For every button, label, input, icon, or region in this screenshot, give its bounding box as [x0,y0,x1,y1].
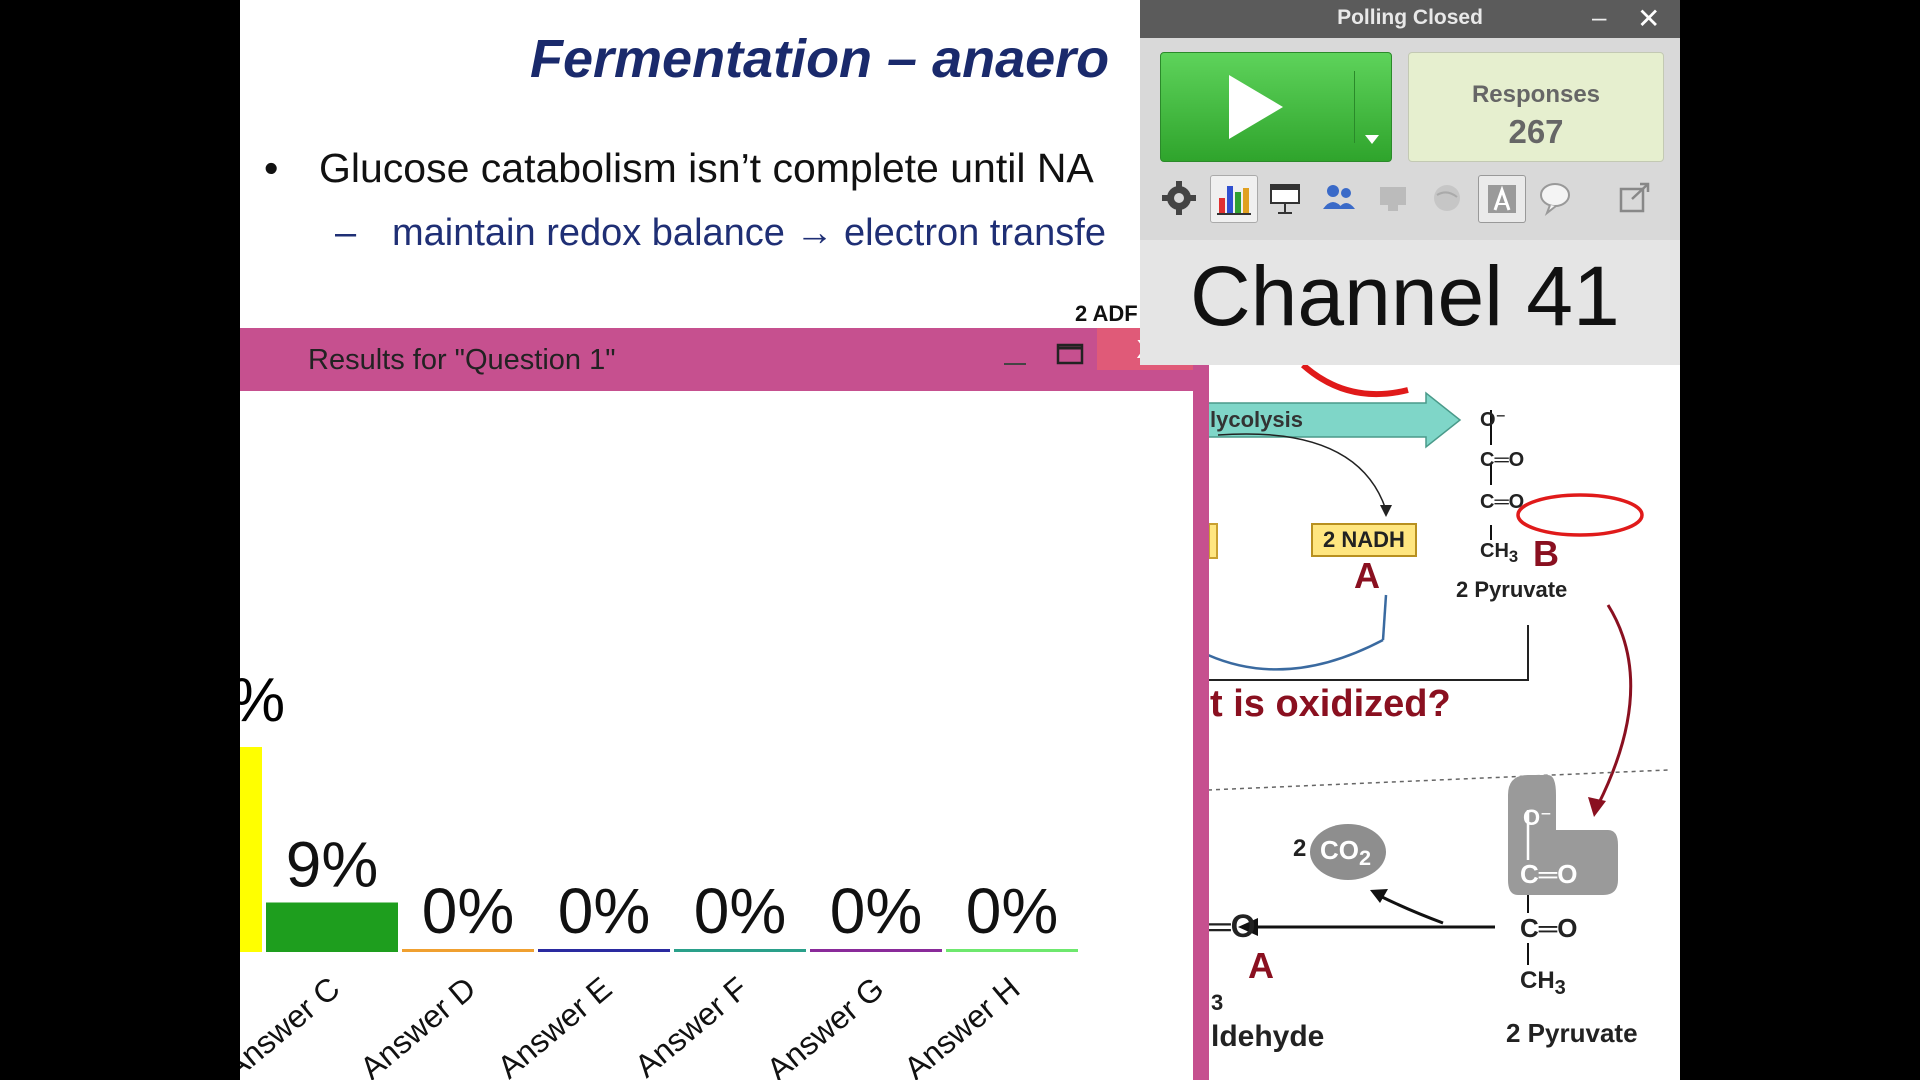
bracket-line [1208,625,1529,681]
chevron-down-icon[interactable] [1363,133,1383,147]
o-minus-bottom: O⁻ [1523,805,1552,830]
minimize-icon[interactable]: – [1592,2,1606,33]
aldehyde-label: ldehyde [1211,1020,1325,1053]
bullet-1-text: Glucose catabolism isn’t complete until … [319,145,1094,191]
responses-label: Responses [1471,81,1601,108]
curve-arrow [1217,433,1387,511]
polling-window: Polling Closed – ✕ Responses 267 Channel… [1140,0,1680,365]
pyruvate-bottom-label: 2 Pyruvate [1506,1018,1638,1048]
label-a-bottom: A [1248,945,1274,986]
responses-count: 267 [1508,113,1564,150]
bullet-1: • Glucose catabolism isn’t complete until… [264,145,1094,191]
bar-answer-g [810,949,942,952]
category-label-answer-f: Answer F [628,970,755,1080]
carbonyl-bottom: C═O [1520,913,1578,943]
category-label-answer-h: Answer H [897,970,1026,1080]
export-icon[interactable] [1612,175,1658,221]
dashed-divider [1208,769,1669,791]
minimize-icon[interactable] [1000,340,1030,370]
question-text: t is oxidized? [1210,683,1451,725]
value-label-answer-d: 0% [422,875,515,947]
bar-answer-c [266,902,398,952]
results-title: Results for "Question 1" [308,344,616,376]
carbonyl-2: C═O [1480,491,1525,513]
partial-bar [240,747,262,952]
partial-subscript: 3 [1211,990,1224,1015]
bullet-2: – maintain redox balance → electron trans… [335,212,1106,254]
bar-answer-f [674,949,806,952]
results-window: Results for "Question 1" X % 9% Answer C 0%… [240,328,1209,1080]
partial-value-label: % [240,666,285,735]
pyruvate-top-label: 2 Pyruvate [1456,577,1568,602]
gear-icon[interactable] [1156,175,1202,221]
category-label-answer-c: Answer C [240,970,346,1080]
label-b: B [1533,533,1559,574]
carbonyl-1: C═O [1480,449,1525,471]
methyl-top: CH3 [1480,540,1519,566]
channel-panel: Channel 41 [1140,240,1680,365]
presentation-icon[interactable] [1262,175,1308,221]
channel-label: Channel 41 [1190,249,1620,343]
globe-icon[interactable] [1424,175,1470,221]
co2-release-arrow [1377,893,1444,925]
bullet-2-text-b: electron transfe [844,212,1106,254]
start-polling-button[interactable] [1160,52,1392,162]
participants-icon[interactable] [1316,175,1362,221]
speech-bubble-icon[interactable] [1532,175,1578,221]
arrow-right-icon: → [795,212,834,254]
bar-answer-e [538,949,670,952]
dropdown-divider [1354,71,1355,143]
slide-title: Fermentation – anaero [530,29,1110,89]
box-fragment [1208,523,1218,559]
carbonyl-grey: C═O [1520,859,1578,889]
bullet-2-text-a: maintain redox balance [392,212,785,254]
glycolysis-label: lycolysis [1210,407,1303,432]
nadh-box: 2 NADH [1311,523,1417,557]
polling-body: Responses 267 Channel 41 [1140,38,1680,365]
close-icon[interactable]: ✕ [1637,2,1660,35]
co2-label: CO2 [1320,835,1372,871]
o-minus-top: O⁻ [1480,409,1507,431]
metabolic-diagram: lycolysis 2 NADH A B O⁻ C═O C═O CH3 2 Py… [1208,365,1680,1080]
category-label-answer-d: Answer D [353,970,482,1080]
polling-toolbar [1140,175,1680,227]
results-chart: % 9% Answer C 0% Answer D 0% Answer E 0% Answer … [240,391,1193,1080]
value-label-answer-g: 0% [830,875,923,947]
category-label-answer-e: Answer E [490,970,618,1080]
value-label-answer-e: 0% [558,875,651,947]
grade-icon[interactable] [1478,175,1526,223]
maximize-icon[interactable] [1055,340,1085,370]
value-label-answer-h: 0% [966,875,1059,947]
bar-chart-icon[interactable] [1210,175,1258,223]
red-annotation-arc [1301,365,1409,398]
adp-label: 2 ADF [1075,301,1138,326]
bar-answer-h [946,949,1078,952]
blue-curve-tail [1381,594,1388,641]
bar-answer-d [402,949,534,952]
blue-curve [1208,638,1384,671]
category-label-answer-g: Answer G [760,970,891,1080]
play-icon [1229,75,1283,139]
partial-carbonyl: ═O [1208,908,1256,944]
bar-chart-svg: % 9% Answer C 0% Answer D 0% Answer E 0% Answer … [240,666,1078,1080]
results-titlebar[interactable]: Results for "Question 1" X [240,328,1193,391]
value-label-answer-f: 0% [694,875,787,947]
polling-titlebar[interactable]: Polling Closed – ✕ [1140,0,1680,38]
label-a-top: A [1354,555,1380,596]
responses-panel[interactable]: Responses 267 [1408,52,1664,162]
dark-red-arrow [1596,604,1633,806]
value-label-answer-c: 9% [286,829,379,901]
screen-icon[interactable] [1370,175,1416,221]
co2-prefix: 2 [1293,835,1307,862]
methyl-bottom: CH3 [1520,967,1566,999]
red-circle-annotation [1516,493,1644,537]
